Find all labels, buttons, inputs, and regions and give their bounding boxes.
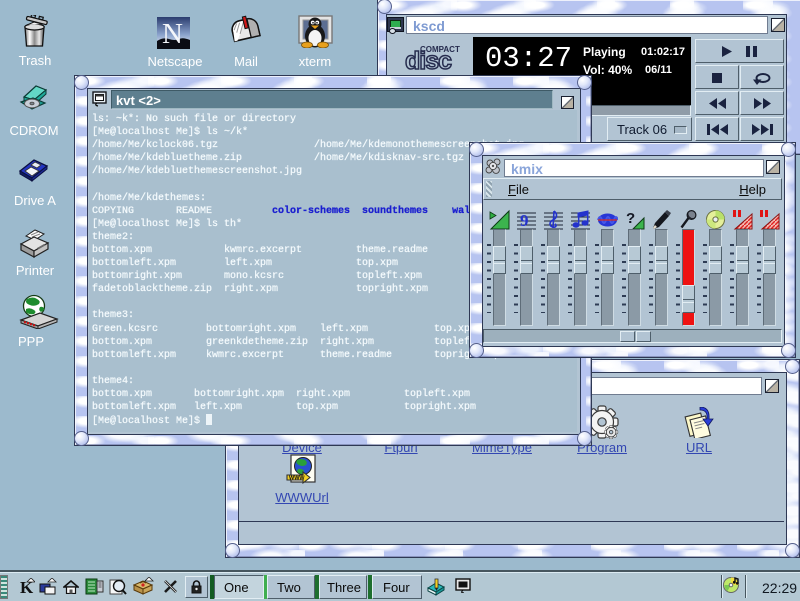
svg-text:N: N [162,18,183,49]
svg-text:9: 9 [520,211,529,230]
svg-text:WWW: WWW [289,476,305,482]
svg-text:?: ? [626,210,635,227]
